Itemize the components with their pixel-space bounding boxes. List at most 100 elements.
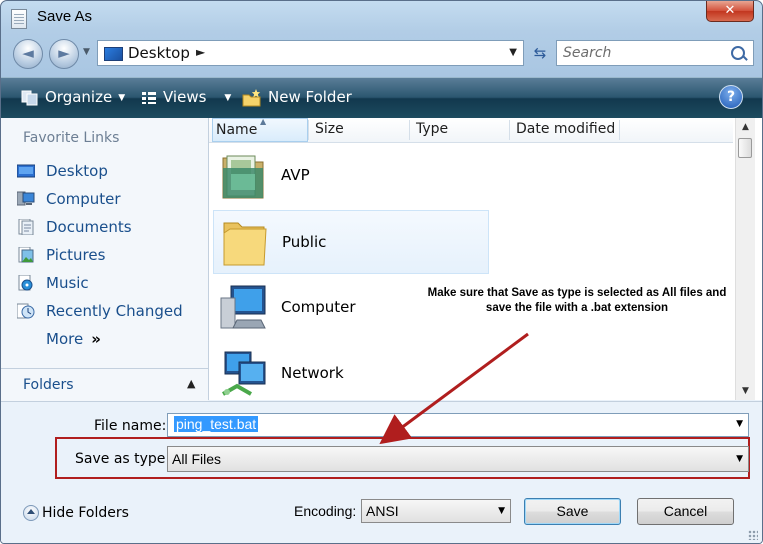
- close-button[interactable]: ✕: [706, 1, 754, 22]
- encoding-select[interactable]: ANSI ▼: [361, 499, 511, 523]
- folders-label: Folders: [23, 377, 74, 393]
- navigation-pane: Favorite Links Desktop Computer Document…: [1, 118, 209, 401]
- chevron-down-icon[interactable]: ▼: [736, 419, 743, 429]
- search-placeholder: Search: [563, 45, 612, 61]
- favorite-more[interactable]: More »: [17, 328, 202, 352]
- column-divider[interactable]: [308, 120, 309, 140]
- network-icon: [222, 351, 266, 396]
- favorite-label: Documents: [46, 218, 132, 236]
- favorite-recently-changed[interactable]: Recently Changed: [17, 300, 202, 324]
- encoding-label: Encoding:: [294, 503, 357, 519]
- views-caret-icon: ▼: [224, 92, 232, 103]
- address-location[interactable]: Desktop: [128, 44, 190, 62]
- file-item-avp[interactable]: AVP: [213, 144, 489, 208]
- save-button[interactable]: Save: [524, 498, 621, 525]
- favorite-computer[interactable]: Computer: [17, 188, 202, 212]
- favorite-pictures[interactable]: Pictures: [17, 244, 202, 268]
- favorite-desktop[interactable]: Desktop: [17, 160, 202, 184]
- computer-icon: [220, 285, 266, 329]
- folder-icon: [223, 222, 267, 266]
- file-list-pane: ▲ Name Size Type Date modified AVP Publi…: [209, 117, 762, 400]
- new-folder-button[interactable]: New Folder: [242, 88, 352, 107]
- file-name: Network: [281, 364, 344, 382]
- save-form: File name: ping_test.bat ▼ Save as type:…: [1, 401, 762, 543]
- column-name[interactable]: ▲ Name: [212, 117, 308, 142]
- file-name: AVP: [281, 166, 310, 184]
- file-name-value[interactable]: ping_test.bat: [174, 416, 259, 432]
- breadcrumb-arrow-icon[interactable]: ►: [196, 45, 205, 59]
- organize-menu[interactable]: Organize ▼: [21, 88, 125, 106]
- encoding-value: ANSI: [366, 503, 399, 519]
- file-name-label: File name:: [94, 418, 167, 434]
- annotation-note: Make sure that Save as type is selected …: [421, 286, 733, 316]
- sort-ascending-icon: ▲: [260, 117, 267, 126]
- refresh-icon[interactable]: ⇆: [529, 42, 551, 64]
- program-folder-icon: [222, 155, 264, 199]
- organize-caret-icon: ▼: [118, 92, 126, 103]
- column-divider[interactable]: [409, 120, 410, 140]
- column-size[interactable]: Size: [315, 121, 344, 137]
- computer-icon: [17, 191, 35, 206]
- hide-folders-icon[interactable]: [23, 505, 39, 521]
- scroll-thumb[interactable]: [738, 138, 752, 158]
- save-as-type-select[interactable]: All Files ▼: [167, 446, 749, 472]
- organize-label: Organize: [45, 88, 113, 106]
- desktop-icon: [17, 164, 35, 178]
- column-type[interactable]: Type: [416, 121, 448, 137]
- documents-icon: [18, 219, 34, 235]
- favorite-music[interactable]: Music: [17, 272, 202, 296]
- music-icon: [18, 275, 33, 291]
- more-chevron-icon: »: [91, 330, 101, 348]
- file-item-public[interactable]: Public: [213, 210, 489, 274]
- annotation-line-2: save the file with a .bat extension: [485, 302, 669, 314]
- search-input[interactable]: Search: [556, 40, 754, 66]
- search-icon[interactable]: [731, 46, 745, 60]
- notepad-icon: [11, 9, 27, 29]
- favorite-links-heading: Favorite Links: [23, 130, 120, 146]
- chevron-down-icon[interactable]: ▼: [736, 454, 743, 464]
- forward-button[interactable]: ►: [49, 39, 79, 69]
- favorite-label: Computer: [46, 190, 121, 208]
- address-dropdown-icon[interactable]: ▼: [509, 47, 517, 58]
- column-header-row: ▲ Name Size Type Date modified: [209, 117, 733, 143]
- back-button[interactable]: ◄: [13, 39, 43, 69]
- file-name: Public: [282, 233, 327, 251]
- recent-icon: [17, 303, 35, 319]
- title-bar[interactable]: Save As ✕: [1, 1, 762, 35]
- hide-folders-button[interactable]: Hide Folders: [42, 505, 129, 521]
- favorite-label: Pictures: [46, 246, 106, 264]
- organize-icon: [21, 90, 38, 105]
- new-folder-icon: [242, 88, 261, 106]
- file-name: Computer: [281, 298, 356, 316]
- folders-toggle[interactable]: Folders ▲: [1, 368, 208, 401]
- favorite-label: Recently Changed: [46, 302, 183, 320]
- favorite-label: More: [46, 330, 84, 348]
- save-as-type-label: Save as type:: [75, 451, 171, 467]
- scroll-down-icon[interactable]: ▼: [736, 382, 755, 400]
- recent-pages-dropdown[interactable]: ▼: [83, 47, 90, 57]
- file-name-input[interactable]: ping_test.bat ▼: [167, 413, 749, 437]
- favorite-documents[interactable]: Documents: [17, 216, 202, 240]
- scroll-up-icon[interactable]: ▲: [736, 118, 755, 136]
- annotation-line-1: Make sure that Save as type is selected …: [427, 287, 727, 299]
- column-date-modified[interactable]: Date modified: [516, 121, 615, 137]
- column-divider[interactable]: [509, 120, 510, 140]
- help-icon[interactable]: ?: [719, 85, 743, 109]
- new-folder-label: New Folder: [268, 88, 352, 106]
- column-divider[interactable]: [619, 120, 620, 140]
- vertical-scrollbar[interactable]: ▲ ▼: [735, 118, 755, 400]
- favorite-label: Music: [46, 274, 89, 292]
- views-menu[interactable]: Views ▼: [141, 88, 231, 106]
- window-title: Save As: [37, 8, 93, 25]
- chevron-up-icon: ▲: [187, 377, 196, 390]
- desktop-icon: [104, 47, 123, 61]
- chevron-down-icon[interactable]: ▼: [498, 506, 505, 516]
- resize-grip[interactable]: [748, 530, 758, 540]
- column-name-label: Name: [216, 122, 258, 138]
- save-as-dialog: Save As ✕ ◄ ► ▼ Desktop ► ▼ ⇆ Search Org…: [0, 0, 763, 544]
- favorite-label: Desktop: [46, 162, 108, 180]
- file-item-network[interactable]: Network: [213, 342, 489, 406]
- address-bar[interactable]: Desktop ► ▼: [97, 40, 524, 66]
- pictures-icon: [18, 247, 34, 263]
- cancel-button[interactable]: Cancel: [637, 498, 734, 525]
